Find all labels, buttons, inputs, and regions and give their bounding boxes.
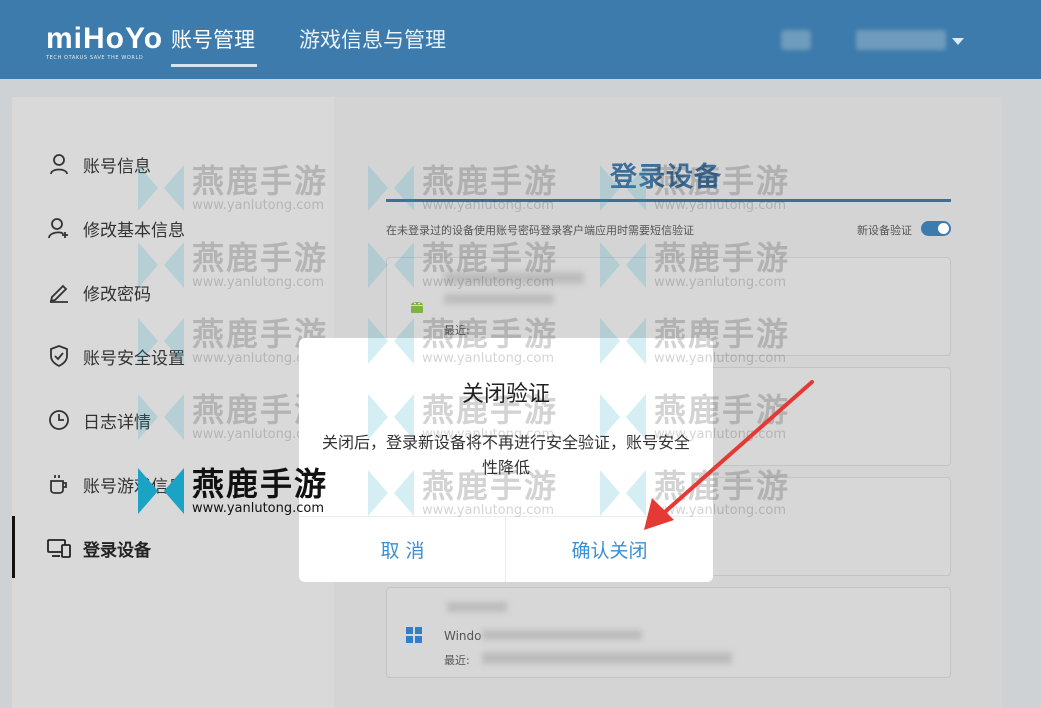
top-header: miHoYo TECH OTAKUS SAVE THE WORLD 账号管理 游… — [0, 0, 1041, 79]
user-avatar-blurred[interactable] — [781, 30, 811, 50]
device-name-blurred — [447, 602, 507, 612]
device-name-blurred — [444, 272, 584, 284]
nav-game-info[interactable]: 游戏信息与管理 — [299, 26, 446, 54]
device-name: Windo — [444, 629, 482, 643]
chevron-down-icon[interactable] — [952, 38, 964, 45]
logo-text: miHoYo — [46, 22, 164, 55]
sidebar-item-security-settings[interactable]: 账号安全设置 — [46, 341, 185, 371]
device-time-blurred — [482, 652, 732, 664]
sidebar-item-label: 账号游戏信息 — [83, 476, 185, 497]
sidebar-item-log-details[interactable]: 日志详情 — [46, 405, 151, 435]
sidebar-item-label: 账号信息 — [83, 156, 151, 177]
sidebar-item-login-devices[interactable]: 登录设备 — [46, 533, 151, 563]
sidebar-item-account-info[interactable]: 账号信息 — [46, 149, 151, 179]
sidebar — [12, 97, 334, 708]
username-blurred[interactable] — [856, 30, 946, 50]
red-arrow-annotation — [644, 380, 814, 530]
sidebar-item-edit-basic-info[interactable]: 修改基本信息 — [46, 213, 185, 243]
page-title: 登录设备 — [610, 162, 722, 193]
new-device-verify-toggle[interactable] — [921, 221, 951, 236]
sidebar-item-game-info[interactable]: 账号游戏信息 — [46, 469, 185, 499]
device-detail-blurred — [482, 630, 642, 640]
title-underline — [386, 199, 951, 202]
cancel-button[interactable]: 取 消 — [299, 516, 506, 582]
device-recent-label: 最近: — [444, 324, 470, 337]
verification-hint: 在未登录过的设备使用账号密码登录客户端应用时需要短信验证 — [386, 224, 694, 237]
sidebar-item-label: 修改基本信息 — [83, 220, 185, 241]
sidebar-active-indicator — [12, 516, 15, 578]
shield-icon — [46, 343, 72, 369]
device-recent-label: 最近: — [444, 654, 470, 667]
sidebar-item-label: 修改密码 — [83, 284, 151, 305]
devices-icon — [46, 535, 72, 561]
new-device-verify-label: 新设备验证 — [857, 224, 912, 237]
windows-icon — [405, 626, 423, 648]
logo-slogan: TECH OTAKUS SAVE THE WORLD — [46, 55, 144, 61]
mihoyo-logo[interactable]: miHoYo TECH OTAKUS SAVE THE WORLD — [46, 22, 164, 62]
sidebar-item-change-password[interactable]: 修改密码 — [46, 277, 151, 307]
sidebar-item-label: 日志详情 — [83, 412, 151, 433]
clock-icon — [46, 407, 72, 433]
cup-icon — [46, 471, 72, 497]
android-icon — [407, 296, 427, 320]
user-icon — [46, 151, 72, 177]
sidebar-item-label: 账号安全设置 — [83, 348, 185, 369]
device-detail-blurred — [444, 294, 554, 304]
toggle-knob — [938, 223, 949, 234]
pencil-icon — [46, 279, 72, 305]
sidebar-item-label: 登录设备 — [83, 540, 151, 561]
device-card: Windo 最近: — [386, 587, 951, 678]
nav-active-underline — [171, 64, 257, 67]
nav-account-management[interactable]: 账号管理 — [171, 26, 255, 54]
user-edit-icon — [46, 215, 72, 241]
